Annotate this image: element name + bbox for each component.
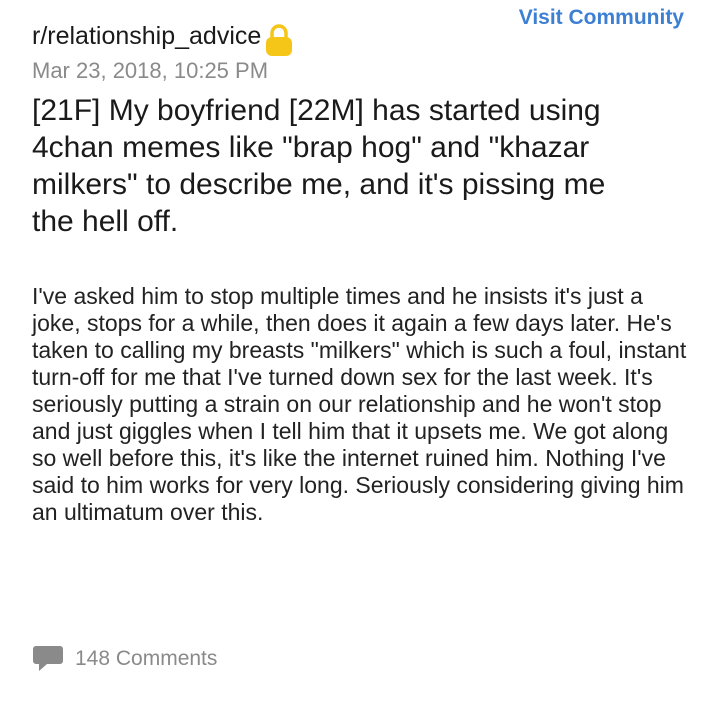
comments-button[interactable]: 148 Comments [32, 644, 217, 674]
visit-community-link[interactable]: Visit Community [519, 6, 684, 30]
comment-bubble-icon [33, 646, 63, 671]
comments-count: 148 Comments [75, 647, 218, 670]
post-body: I've asked him to stop multiple times an… [32, 283, 687, 525]
post-title[interactable]: [21F] My boyfriend [22M] has started usi… [32, 92, 632, 240]
post-card: Visit Community r/relationship_advice Ma… [0, 0, 710, 703]
subreddit-name[interactable]: r/relationship_advice [32, 22, 261, 51]
lock-icon [263, 22, 295, 58]
post-header: r/relationship_advice [32, 18, 295, 56]
post-timestamp: Mar 23, 2018, 10:25 PM [32, 58, 269, 83]
